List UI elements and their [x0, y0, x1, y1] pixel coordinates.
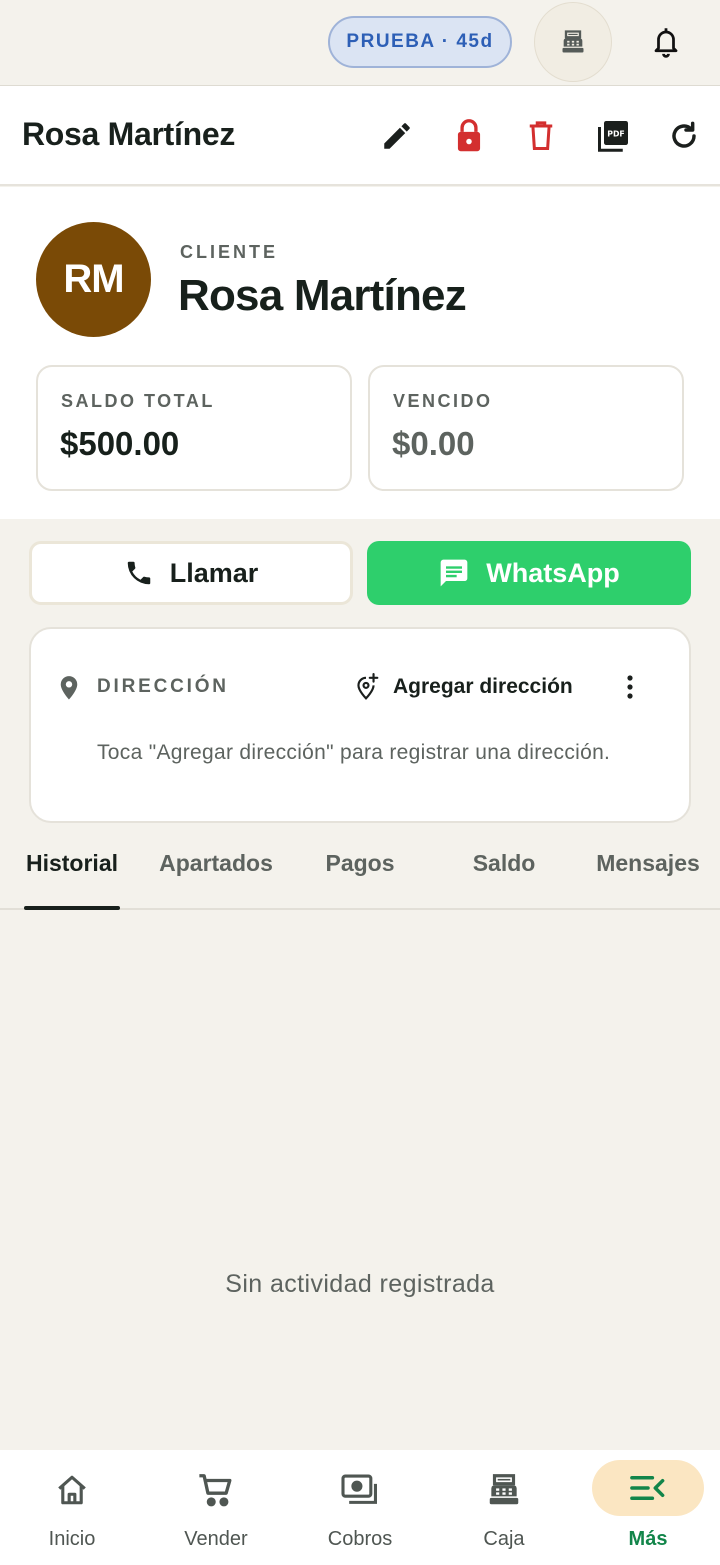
nav-label: Cobros [327, 1528, 393, 1550]
notifications-button[interactable] [640, 18, 692, 66]
active-tab-indicator [24, 906, 120, 910]
client-profile: RM CLIENTE Rosa Martínez SALDO TOTAL $50… [0, 187, 720, 519]
address-hint: Toca "Agregar dirección" para registrar … [97, 741, 611, 764]
home-icon [42, 1466, 102, 1514]
balance-card: SALDO TOTAL $500.00 [36, 365, 352, 491]
cash-register-icon [474, 1466, 534, 1514]
tab-mensajes[interactable]: Mensajes [586, 850, 710, 908]
more-vertical-icon [626, 674, 634, 700]
overdue-value: $0.00 [392, 425, 475, 462]
call-button[interactable]: Llamar [29, 541, 353, 605]
phone-icon [124, 558, 154, 588]
top-bar: PRUEBA · 45d [0, 0, 720, 86]
menu-open-icon [592, 1460, 704, 1516]
page-title: Rosa Martínez [22, 116, 236, 152]
tab-pagos[interactable]: Pagos [310, 850, 410, 908]
pdf-icon: PDF [595, 118, 631, 154]
client-role-label: CLIENTE [180, 242, 279, 262]
nav-label: Vender [184, 1528, 248, 1550]
svg-text:PDF: PDF [607, 129, 625, 138]
balance-value: $500.00 [60, 425, 180, 462]
cart-icon [186, 1466, 246, 1514]
empty-state-message: Sin actividad registrada [225, 1270, 495, 1298]
add-location-icon [353, 673, 379, 701]
tab-apartados[interactable]: Apartados [150, 850, 282, 908]
nav-cobros[interactable]: Cobros [288, 1450, 432, 1565]
cash-register-icon [559, 28, 587, 56]
nav-mas[interactable]: Más [576, 1450, 720, 1565]
add-address-button[interactable]: Agregar dirección [353, 669, 573, 705]
nav-label: Caja [483, 1528, 525, 1550]
address-card: DIRECCIÓN Agregar dirección Toca "Agrega… [29, 627, 691, 823]
add-address-label: Agregar dirección [393, 675, 573, 698]
lock-icon [452, 118, 486, 154]
edit-button[interactable] [375, 114, 419, 158]
lock-button[interactable] [447, 114, 491, 158]
export-pdf-button[interactable]: PDF [591, 114, 635, 158]
trial-badge[interactable]: PRUEBA · 45d [328, 16, 512, 68]
nav-inicio[interactable]: Inicio [0, 1450, 144, 1565]
address-more-button[interactable] [616, 671, 644, 703]
whatsapp-button[interactable]: WhatsApp [367, 541, 691, 605]
edit-icon [380, 119, 414, 153]
bottom-navigation: Inicio Vender Cobros Caja Más [0, 1450, 720, 1565]
nav-label: Inicio [48, 1528, 96, 1550]
nav-label: Más [628, 1528, 668, 1550]
tab-saldo[interactable]: Saldo [454, 850, 554, 908]
bell-icon [651, 25, 681, 59]
tab-historial[interactable]: Historial [20, 850, 124, 908]
message-icon [438, 557, 470, 589]
nav-caja[interactable]: Caja [432, 1450, 576, 1565]
payments-icon [330, 1466, 390, 1514]
refresh-button[interactable] [662, 114, 706, 158]
avatar: RM [36, 222, 151, 337]
location-pin-icon [58, 675, 80, 701]
overdue-label: VENCIDO [393, 391, 493, 411]
cash-register-button[interactable] [534, 2, 612, 82]
tab-bar: Historial Apartados Pagos Saldo Mensajes [0, 836, 720, 910]
nav-vender[interactable]: Vender [144, 1450, 288, 1565]
balance-label: SALDO TOTAL [61, 391, 215, 411]
app-bar: Rosa Martínez PDF [0, 86, 720, 186]
whatsapp-button-label: WhatsApp [486, 557, 620, 588]
overdue-card: VENCIDO $0.00 [368, 365, 684, 491]
address-label: DIRECCIÓN [97, 676, 229, 697]
client-name: Rosa Martínez [178, 271, 467, 320]
delete-button[interactable] [519, 114, 563, 158]
refresh-icon [668, 120, 700, 152]
call-button-label: Llamar [169, 557, 259, 588]
trash-icon [526, 119, 556, 153]
